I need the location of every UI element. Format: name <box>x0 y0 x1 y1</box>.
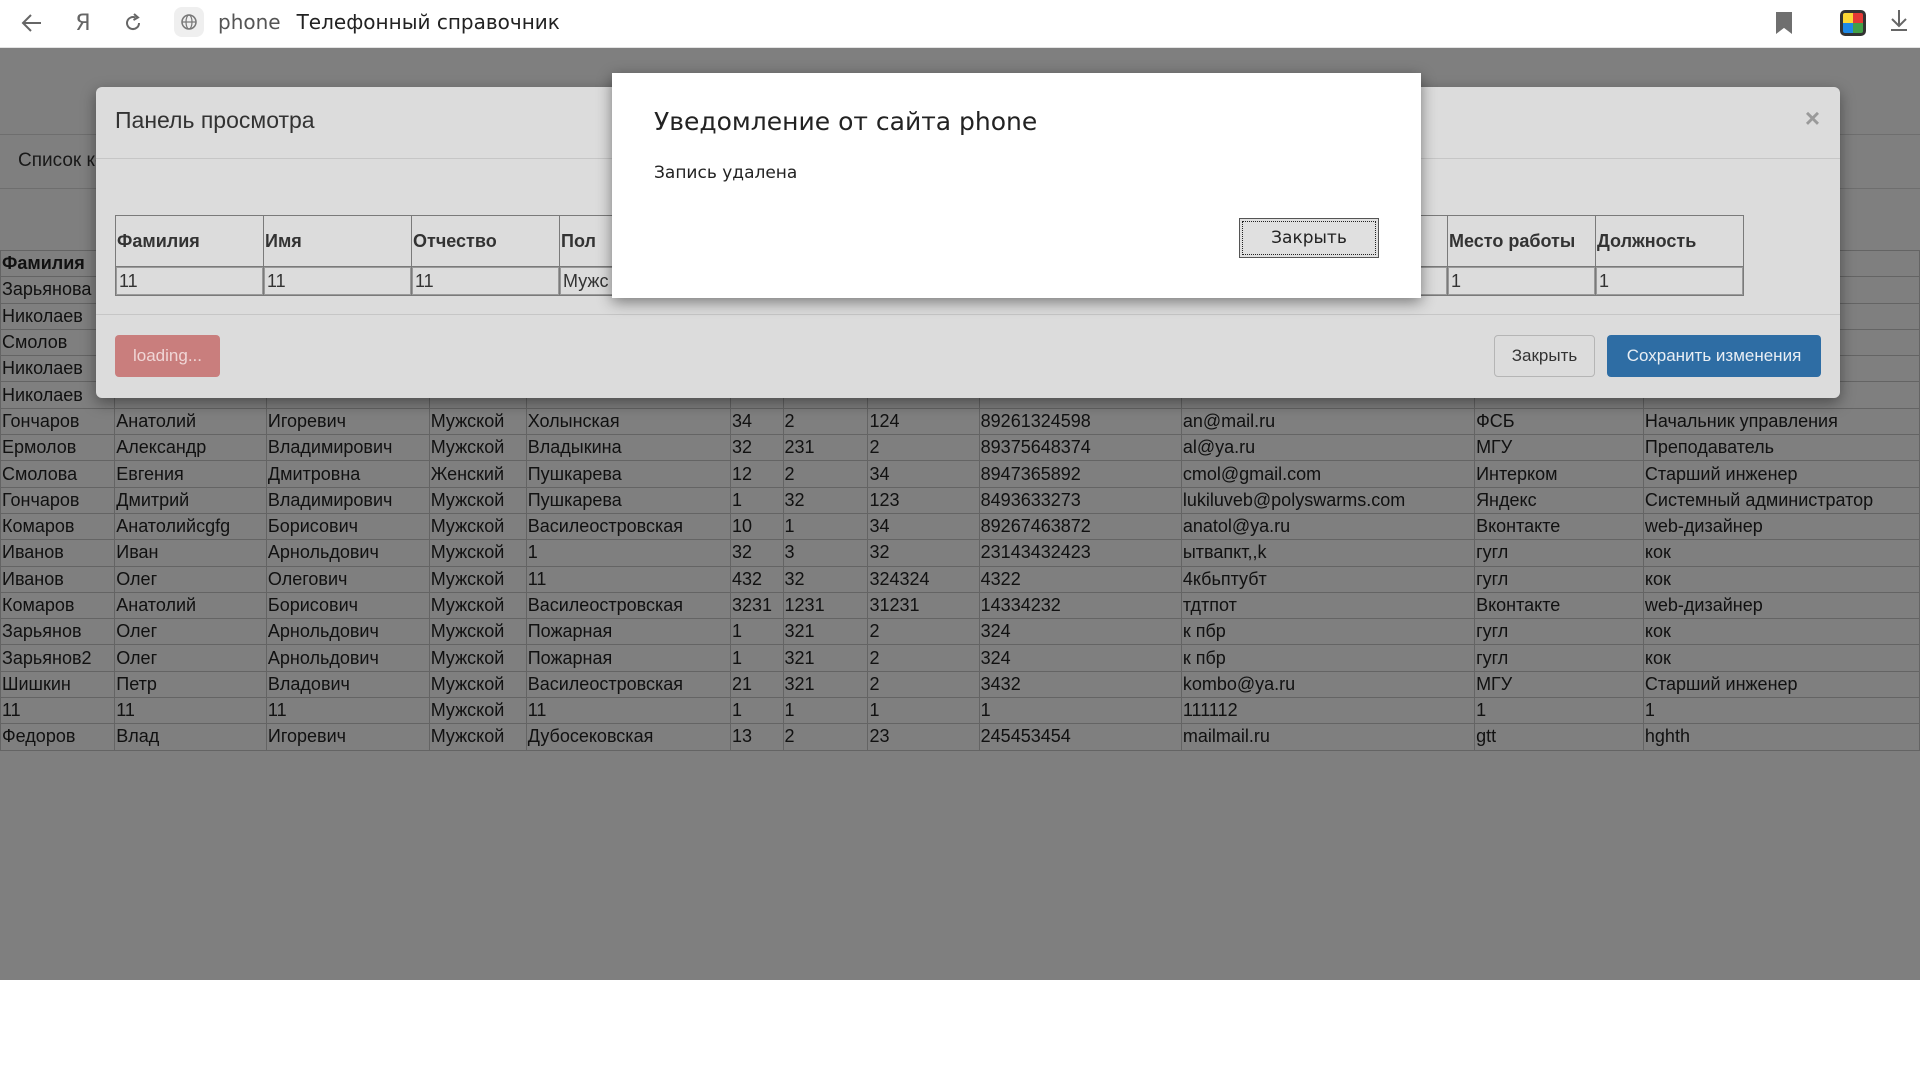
save-changes-button[interactable]: Сохранить изменения <box>1607 335 1821 377</box>
alert-message: Запись удалена <box>654 163 798 183</box>
edit-cell: 11 <box>115 266 264 296</box>
address-bar[interactable]: phone Телефонный справочник <box>166 4 1806 40</box>
address-domain: phone <box>218 10 281 34</box>
close-button[interactable]: Закрыть <box>1494 335 1595 377</box>
edit-cell: 11 <box>263 266 412 296</box>
edit-column-header: Отчество <box>411 215 560 267</box>
modal-title: Панель просмотра <box>115 107 315 133</box>
edit-cell: 1 <box>1447 266 1596 296</box>
globe-icon <box>174 7 204 37</box>
yandex-icon[interactable]: Я <box>66 6 100 40</box>
loading-button[interactable]: loading... <box>115 335 220 377</box>
site-alert-dialog: Уведомление от сайта phone Запись удален… <box>612 73 1421 298</box>
extension-icon[interactable] <box>1840 10 1866 36</box>
edit-column-header: Фамилия <box>115 215 264 267</box>
edit-column-header: Имя <box>263 215 412 267</box>
edit-cell: 11 <box>411 266 560 296</box>
edit-column-header: Должность <box>1595 215 1744 267</box>
edit-field[interactable]: 11 <box>264 267 411 295</box>
edit-cell: 1 <box>1595 266 1744 296</box>
edit-column-header: Место работы <box>1447 215 1596 267</box>
edit-field[interactable]: 11 <box>116 267 263 295</box>
alert-title: Уведомление от сайта phone <box>654 107 1038 136</box>
close-icon[interactable]: × <box>1805 103 1820 134</box>
alert-close-button[interactable]: Закрыть <box>1239 218 1379 258</box>
reload-icon[interactable] <box>116 6 150 40</box>
page-tab-title: Телефонный справочник <box>296 10 560 34</box>
edit-field[interactable]: 1 <box>1596 267 1743 295</box>
back-arrow-icon[interactable] <box>15 6 49 40</box>
browser-toolbar: Я phone Телефонный справочник <box>0 0 1920 48</box>
modal-footer: loading... Закрыть Сохранить изменения <box>96 314 1840 398</box>
download-icon[interactable] <box>1888 8 1910 39</box>
edit-field[interactable]: 1 <box>1448 267 1595 295</box>
edit-field[interactable]: 11 <box>412 267 559 295</box>
page-bottom-area <box>0 980 1920 1080</box>
